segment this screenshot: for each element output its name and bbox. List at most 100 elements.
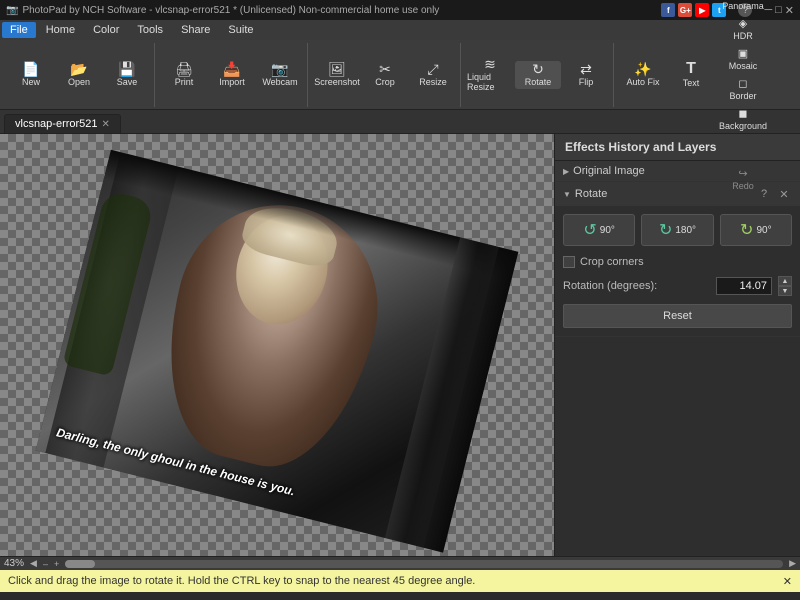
crop-corners-row: Rotate Crop corners [563,256,792,268]
reset-button[interactable]: Reset [563,304,792,328]
google-icon[interactable]: G+ [678,3,692,17]
screenshot-button[interactable]: 🖼 Screenshot [314,61,360,89]
resize-icon: ⤢ [427,62,438,76]
zoom-plus-button[interactable]: + [54,559,59,569]
import-icon: 📥 [223,62,240,76]
app-logo: 📷 [6,5,18,16]
redo-label: Redo [732,181,754,191]
status-close-button[interactable]: ✕ [783,575,792,588]
rotate-90-right-button[interactable]: ↻ 90° [720,214,792,246]
autofix-icon: ✨ [634,62,651,76]
rotate-button[interactable]: ↻ Rotate [515,61,561,89]
rotation-decrement-button[interactable]: ▼ [778,286,792,296]
webcam-label: Webcam [262,77,297,87]
resize-button[interactable]: ⤢ Resize [410,61,456,89]
save-label: Save [117,77,138,87]
tab-vlcsnap[interactable]: vlcsnap-error521 ✕ [4,114,121,133]
menu-tools[interactable]: Tools [129,22,171,38]
crop-corners-checkbox[interactable] [563,256,575,268]
canvas-inner: Darling, the only ghoul in the house is … [0,134,554,556]
facebook-icon[interactable]: f [661,3,675,17]
tabbar: vlcsnap-error521 ✕ [0,110,800,134]
rotate-right-icon: ↻ [740,220,753,240]
autofix-button[interactable]: ✨ Auto Fix [620,61,666,89]
background-button[interactable]: ◼ Background [720,106,766,134]
menu-suite[interactable]: Suite [220,22,261,38]
scroll-left-button[interactable]: ◀ [30,558,37,569]
text-icon: T [686,61,696,77]
rotate-section: ▼ Rotate ? ✕ ↺ 90° ↻ 180° [555,182,800,337]
webcam-button[interactable]: 📷 Webcam [257,61,303,89]
rotation-spinner: ▲ ▼ [778,276,792,296]
import-button[interactable]: 📥 Import [209,61,255,89]
rotate-180-button[interactable]: ↻ 180° [641,214,713,246]
rotation-row: Rotation (degrees): ▲ ▼ [563,276,792,296]
horizontal-scrollbar[interactable] [65,560,783,568]
plant-decoration [62,190,154,377]
toolbar-group-edit: 🖼 Screenshot ✂ Crop ⤢ Resize [310,43,461,107]
new-button[interactable]: 📄 New [8,61,54,89]
save-button[interactable]: 💾 Save [104,61,150,89]
curtain-right [385,237,519,552]
border-button[interactable]: ◻ Border [720,76,766,104]
menu-color[interactable]: Color [85,22,127,38]
menu-file[interactable]: File [2,22,36,38]
statusbar-message: Click and drag the image to rotate it. H… [0,570,800,592]
rotated-image[interactable]: Darling, the only ghoul in the house is … [36,150,519,553]
new-label: New [22,77,40,87]
youtube-icon[interactable]: ▶ [695,3,709,17]
print-button[interactable]: 🖨 Print [161,61,207,89]
titlebar-left: 📷 PhotoPad by NCH Software - vlcsnap-err… [6,5,439,16]
crop-corners-text: Crop corners [580,256,792,268]
new-icon: 📄 [22,62,39,76]
expand-triangle-icon: ▼ [563,190,571,199]
open-button[interactable]: 📂 Open [56,61,102,89]
mosaic-icon: ▣ [738,49,748,60]
crop-label: Crop [375,77,395,87]
flip-label: Flip [579,77,594,87]
collapse-triangle-icon: ▶ [563,167,569,176]
rotation-increment-button[interactable]: ▲ [778,276,792,286]
rotate-buttons-row: ↺ 90° ↻ 180° ↻ 90° [563,214,792,246]
menubar: File Home Color Tools Share Suite [0,20,800,40]
rotation-input[interactable] [716,277,772,295]
rotate-left-label: 90° [600,225,615,236]
border-label: Border [729,91,756,101]
border-icon: ◻ [738,79,747,90]
rotation-label: Rotation (degrees): [563,280,710,292]
save-icon: 💾 [118,62,135,76]
rotate-left-icon: ↺ [583,220,596,240]
print-icon: 🖨 [175,62,193,76]
background-icon: ◼ [738,109,747,120]
canvas-area[interactable]: Darling, the only ghoul in the house is … [0,134,554,556]
scrollbar-thumb[interactable] [65,560,95,568]
hdr-button[interactable]: ◈ HDR [720,16,766,44]
tab-close-button[interactable]: ✕ [102,119,110,130]
tab-label: vlcsnap-error521 [15,118,98,130]
panorama-button[interactable]: ⌓ Panorama [720,0,766,14]
scroll-right-button[interactable]: ▶ [789,558,796,569]
import-label: Import [219,77,245,87]
crop-button[interactable]: ✂ Crop [362,61,408,89]
toolbar-group-file: 📄 New 📂 Open 💾 Save [4,43,155,107]
text-button[interactable]: T Text [668,61,714,89]
zoom-level: 43% [4,558,24,569]
main-area: Darling, the only ghoul in the house is … [0,134,800,556]
rotate-close-icon[interactable]: ✕ [776,186,792,202]
menu-home[interactable]: Home [38,22,83,38]
liquid-resize-button[interactable]: ≋ Liquid Resize [467,61,513,89]
resize-label: Resize [419,77,447,87]
print-label: Print [175,77,194,87]
background-label: Background [719,121,767,131]
rotate-90-left-button[interactable]: ↺ 90° [563,214,635,246]
hdr-label: HDR [733,31,753,41]
right-panel-title: Effects History and Layers [565,140,716,154]
hdr-icon: ◈ [739,19,747,30]
screenshot-icon: 🖼 [328,62,346,76]
toolbar: 📄 New 📂 Open 💾 Save 🖨 Print 📥 Import 📷 W… [0,40,800,110]
zoom-minus-button[interactable]: – [43,559,48,569]
redo-button[interactable]: ↪ Redo [720,166,766,194]
flip-button[interactable]: ⇄ Flip [563,61,609,89]
mosaic-button[interactable]: ▣ Mosaic [720,46,766,74]
menu-share[interactable]: Share [173,22,218,38]
